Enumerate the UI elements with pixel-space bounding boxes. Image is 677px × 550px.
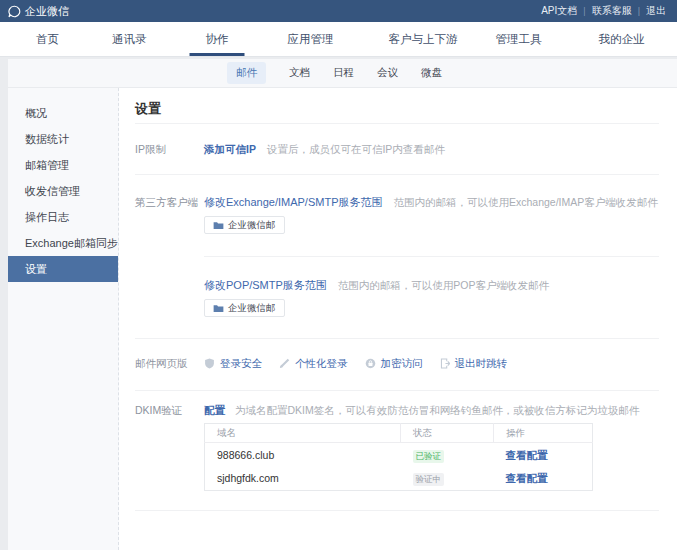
webmail-item-label: 个性化登录 xyxy=(295,354,348,372)
column-header-2: 操作 xyxy=(494,424,593,443)
main-nav: 首页 通讯录 协作 应用管理 客户与上下游 管理工具 我的企业 xyxy=(0,22,677,57)
table-header-row: 域名状态操作 xyxy=(205,424,593,443)
nav-item-2[interactable]: 协作 xyxy=(206,22,229,56)
webmail-item-0[interactable]: 登录安全 xyxy=(204,354,262,372)
tab-0[interactable]: 邮件 xyxy=(227,62,266,84)
dkim-domain-table: 域名状态操作 988666.club已验证查看配置sjdhgfdk.com验证中… xyxy=(204,423,593,491)
topbar-link-1[interactable]: 联系客服 xyxy=(586,4,638,18)
pop-hint: 范围内的邮箱，可以使用POP客户端收发邮件 xyxy=(338,279,549,291)
section-webmail: 邮件网页版 登录安全 个性化登录 加密访问 退出时跳转 xyxy=(135,339,659,372)
column-header-1: 状态 xyxy=(401,424,494,443)
dkim-config-link[interactable]: 配置 xyxy=(204,404,225,416)
webmail-item-2[interactable]: 加密访问 xyxy=(365,354,423,372)
status-badge: 已验证 xyxy=(413,450,445,463)
table-body: 988666.club已验证查看配置sjdhgfdk.com验证中查看配置 xyxy=(205,443,593,491)
ip-hint: 设置后，成员仅可在可信IP内查看邮件 xyxy=(267,143,445,155)
divider xyxy=(204,256,659,257)
section-label: 邮件网页版 xyxy=(135,354,204,372)
brand-title: 企业微信 xyxy=(25,4,69,19)
section-dkim: DKIM验证 配置为域名配置DKIM签名，可以有效防范仿冒和网络钓鱼邮件，或被收… xyxy=(135,391,659,491)
brand: 企业微信 xyxy=(8,4,69,19)
wechat-work-logo-icon xyxy=(8,5,21,18)
nav-item-4[interactable]: 客户与上下游 xyxy=(389,22,458,56)
nav-item-5[interactable]: 管理工具 xyxy=(496,22,542,56)
sidebar-item-1[interactable]: 数据统计 xyxy=(8,126,118,152)
sidebar-item-3[interactable]: 收发信管理 xyxy=(8,178,118,204)
webmail-item-1[interactable]: 个性化登录 xyxy=(279,354,348,372)
sidebar-item-5[interactable]: Exchange邮箱同步 xyxy=(8,230,118,256)
topbar-link-2[interactable]: 退出 xyxy=(640,4,672,18)
settings-content: 设置 IP限制 添加可信IP 设置后，成员仅可在可信IP内查看邮件 第三方客户端 … xyxy=(119,88,677,550)
webmail-items: 登录安全 个性化登录 加密访问 退出时跳转 xyxy=(204,354,659,372)
webmail-item-label: 加密访问 xyxy=(381,354,423,372)
module-tabs: 邮件 文档 日程 会议 微盘 xyxy=(8,59,677,88)
domain-cell: 988666.club xyxy=(205,443,401,467)
topbar: 企业微信 API文档|联系客服|退出 xyxy=(0,0,677,22)
nav-item-1[interactable]: 通讯录 xyxy=(112,22,147,56)
sidebar-item-2[interactable]: 邮箱管理 xyxy=(8,152,118,178)
divider xyxy=(135,510,659,511)
view-config-link[interactable]: 查看配置 xyxy=(506,472,548,484)
tab-1[interactable]: 文档 xyxy=(289,62,310,84)
sidebar: 概况数据统计邮箱管理收发信管理操作日志Exchange邮箱同步设置 xyxy=(8,88,119,550)
webmail-item-label: 退出时跳转 xyxy=(455,354,508,372)
topbar-links: API文档|联系客服|退出 xyxy=(535,4,672,18)
brush-icon xyxy=(279,358,290,369)
tab-3[interactable]: 会议 xyxy=(377,62,398,84)
section-label: 第三方客户端 xyxy=(135,193,204,317)
pop-scope-chip[interactable]: 企业微信邮 xyxy=(204,299,285,317)
panel: 邮件 文档 日程 会议 微盘 概况数据统计邮箱管理收发信管理操作日志Exchange邮箱… xyxy=(8,59,677,550)
page-background: 邮件 文档 日程 会议 微盘 概况数据统计邮箱管理收发信管理操作日志Exchange邮箱… xyxy=(0,57,677,550)
nav-item-0[interactable]: 首页 xyxy=(36,22,59,56)
sidebar-item-4[interactable]: 操作日志 xyxy=(8,204,118,230)
sidebar-item-0[interactable]: 概况 xyxy=(8,100,118,126)
shield-icon xyxy=(204,358,215,369)
table-row: sjdhgfdk.com 验证中 查看配置 xyxy=(205,467,593,491)
exchange-scope-chip[interactable]: 企业微信邮 xyxy=(204,216,285,234)
topbar-link-0[interactable]: API文档 xyxy=(535,4,583,18)
nav-item-6[interactable]: 我的企业 xyxy=(599,22,645,56)
tab-4[interactable]: 微盘 xyxy=(421,62,442,84)
webmail-item-label: 登录安全 xyxy=(220,354,262,372)
modify-exchange-imap-smtp-link[interactable]: 修改Exchange/IMAP/SMTP服务范围 xyxy=(204,196,383,208)
table-row: 988666.club 已验证 查看配置 xyxy=(205,443,593,467)
page-title: 设置 xyxy=(135,101,659,117)
folder-icon xyxy=(213,221,224,230)
lock-icon xyxy=(365,358,376,369)
status-cell: 验证中 xyxy=(401,467,494,491)
exit-icon xyxy=(440,358,450,369)
add-trusted-ip-link[interactable]: 添加可信IP xyxy=(204,143,256,155)
domain-cell: sjdhgfdk.com xyxy=(205,467,401,491)
exchange-hint: 范围内的邮箱，可以使用Exchange/IMAP客户端收发邮件 xyxy=(394,196,658,208)
modify-pop-smtp-link[interactable]: 修改POP/SMTP服务范围 xyxy=(204,279,327,291)
column-header-0: 域名 xyxy=(205,424,401,443)
tab-2[interactable]: 日程 xyxy=(333,62,354,84)
action-cell: 查看配置 xyxy=(494,467,593,491)
action-cell: 查看配置 xyxy=(494,443,593,467)
dkim-hint: 为域名配置DKIM签名，可以有效防范仿冒和网络钓鱼邮件，或被收信方标记为垃圾邮件 xyxy=(235,404,639,416)
nav-item-3[interactable]: 应用管理 xyxy=(288,22,334,56)
section-label: IP限制 xyxy=(135,140,204,158)
section-ip-restriction: IP限制 添加可信IP 设置后，成员仅可在可信IP内查看邮件 xyxy=(135,124,659,158)
section-label: DKIM验证 xyxy=(135,401,204,491)
folder-icon xyxy=(213,304,224,313)
status-cell: 已验证 xyxy=(401,443,494,467)
status-badge: 验证中 xyxy=(413,473,445,486)
webmail-item-3[interactable]: 退出时跳转 xyxy=(440,354,508,372)
section-third-party-client: 第三方客户端 修改Exchange/IMAP/SMTP服务范围范围内的邮箱，可以… xyxy=(135,175,659,317)
sidebar-item-6[interactable]: 设置 xyxy=(8,256,118,282)
view-config-link[interactable]: 查看配置 xyxy=(506,449,548,461)
